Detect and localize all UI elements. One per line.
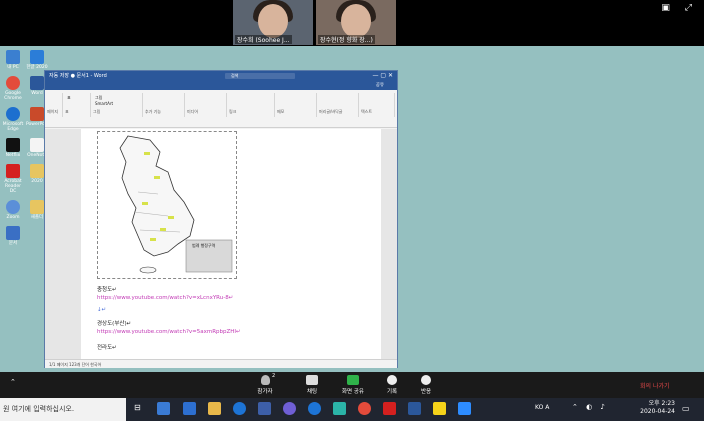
leave-meeting-button[interactable]: 회의 나가기 [640, 381, 670, 390]
korea-map-image[interactable]: 범례 행정구역 [97, 131, 237, 279]
reactions-button[interactable]: 반응 [406, 375, 446, 395]
participant-name: 장수희 (Soohee J... [235, 35, 292, 44]
ribbon-group-tables[interactable]: 표 표 [65, 93, 91, 117]
taskbar-app-icon[interactable] [157, 402, 170, 415]
desktop-icon-document[interactable]: 문서 [2, 226, 24, 246]
taskbar-store-icon[interactable] [258, 402, 271, 415]
notifications-icon[interactable]: ▭ [682, 404, 690, 413]
kakaotalk-icon[interactable] [433, 402, 446, 415]
file-explorer-icon[interactable] [208, 402, 221, 415]
word-title-bar: 자동 저장 ● 문서1 - Word 검색 — ▢ ✕ [45, 71, 397, 81]
participants-button[interactable]: 참가자 2 [245, 373, 285, 395]
share-screen-icon [347, 375, 359, 385]
reaction-icon [421, 375, 431, 385]
ribbon-group-media[interactable]: 미디어 [187, 93, 227, 117]
chat-icon [306, 375, 318, 385]
share-screen-button[interactable]: 화면 공유 [333, 375, 373, 395]
word-icon[interactable] [408, 402, 421, 415]
ribbon-group-illustrations[interactable]: 그림 SmartArt 그림 [93, 93, 143, 117]
ribbon: 페이지 표 표 그림 SmartArt 그림 추가 기능 미디어 링크 메모 머… [45, 90, 397, 128]
ribbon-group-text[interactable]: 텍스트 [361, 93, 395, 117]
taskbar-search-input[interactable]: 원 여기에 입력하십시오. [0, 398, 126, 421]
chat-button[interactable]: 채팅 [292, 375, 332, 395]
task-view-icon[interactable]: ⊟ [134, 403, 141, 412]
taskbar-clock[interactable]: 오후 2:23 2020-04-24 [637, 400, 675, 416]
participant-video-1[interactable]: 장수희 (Soohee J... [233, 0, 313, 45]
window-controls[interactable]: — ▢ ✕ [372, 71, 393, 81]
desktop-icon-chrome[interactable]: Google Chrome [2, 76, 24, 101]
desktop-icon-pc[interactable]: 내 PC [2, 50, 24, 70]
desktop-icons: 내 PC 한글 2020 Google Chrome Word Microsof… [2, 50, 51, 246]
document-page[interactable]: 범례 행정구역 충청도↵ https://www.youtube.com/wat… [81, 129, 381, 359]
taskbar-app2-icon[interactable] [283, 402, 296, 415]
participant-name: 장수현(정 향화 장...) [318, 35, 375, 44]
map-legend-title: 범례 행정구역 [192, 243, 216, 248]
desktop-icon-netflix[interactable]: Netflix [2, 138, 24, 158]
doc-line-chungcheong: 충청도↵ [97, 287, 117, 293]
share-button[interactable]: 공유 [376, 81, 384, 90]
record-icon [387, 375, 397, 385]
ribbon-group-comments[interactable]: 메모 [277, 93, 317, 117]
desktop-icon-hangul[interactable]: 한글 2020 [26, 50, 48, 70]
desktop-icon-edge[interactable]: Microsoft Edge [2, 107, 24, 132]
ime-indicator[interactable]: KO A [535, 404, 549, 411]
doc-line-gyeongsang: 경상도(부산)↵ [97, 321, 132, 327]
participants-icon [260, 375, 270, 385]
taskbar-app3-icon[interactable] [333, 402, 346, 415]
view-controls[interactable]: ▣ ⤢ [661, 3, 698, 13]
acrobat-icon[interactable] [383, 402, 396, 415]
ribbon-group-pages[interactable]: 페이지 [47, 93, 63, 117]
desktop-icon-acrobat[interactable]: Acrobat Reader DC [2, 164, 24, 194]
taskbar-calendar-icon[interactable] [183, 402, 196, 415]
doc-line-jeolla: 전라도↵ [97, 345, 117, 351]
edge-icon-2[interactable] [308, 402, 321, 415]
ribbon-group-links[interactable]: 링크 [229, 93, 275, 117]
word-search-box[interactable]: 검색 [225, 73, 295, 79]
doc-link-2[interactable]: https://www.youtube.com/watch?v=5axmRpbp… [97, 329, 241, 335]
system-tray-icons[interactable]: ⌃ ◐ ♪ [572, 403, 608, 411]
word-window: 자동 저장 ● 문서1 - Word 검색 — ▢ ✕ 파일 홈 삽입 디자인 … [44, 70, 398, 368]
participant-video-2[interactable]: 장수현(정 향화 장...) [316, 0, 396, 45]
word-status-bar: 1/1 페이지 123개 단어 한국어 [45, 359, 397, 368]
edge-icon[interactable] [233, 402, 246, 415]
zoom-icon[interactable] [458, 402, 471, 415]
doc-line-break: ↓↵ [97, 307, 107, 313]
chevron-up-icon[interactable]: ⌃ [10, 378, 16, 386]
ribbon-group-header-footer[interactable]: 머리글/바닥글 [319, 93, 359, 117]
korea-map-icon [119, 135, 233, 274]
doc-link-1[interactable]: https://www.youtube.com/watch?v=xLcnxYRu… [97, 295, 233, 301]
chrome-icon[interactable] [358, 402, 371, 415]
ribbon-group-addins[interactable]: 추가 기능 [145, 93, 185, 117]
desktop-icon-zoom[interactable]: Zoom [2, 200, 24, 220]
ribbon-tabs: 파일 홈 삽입 디자인 레이아웃 참조 편지 검토 보기 도움말 그림 서식 공… [45, 81, 397, 99]
